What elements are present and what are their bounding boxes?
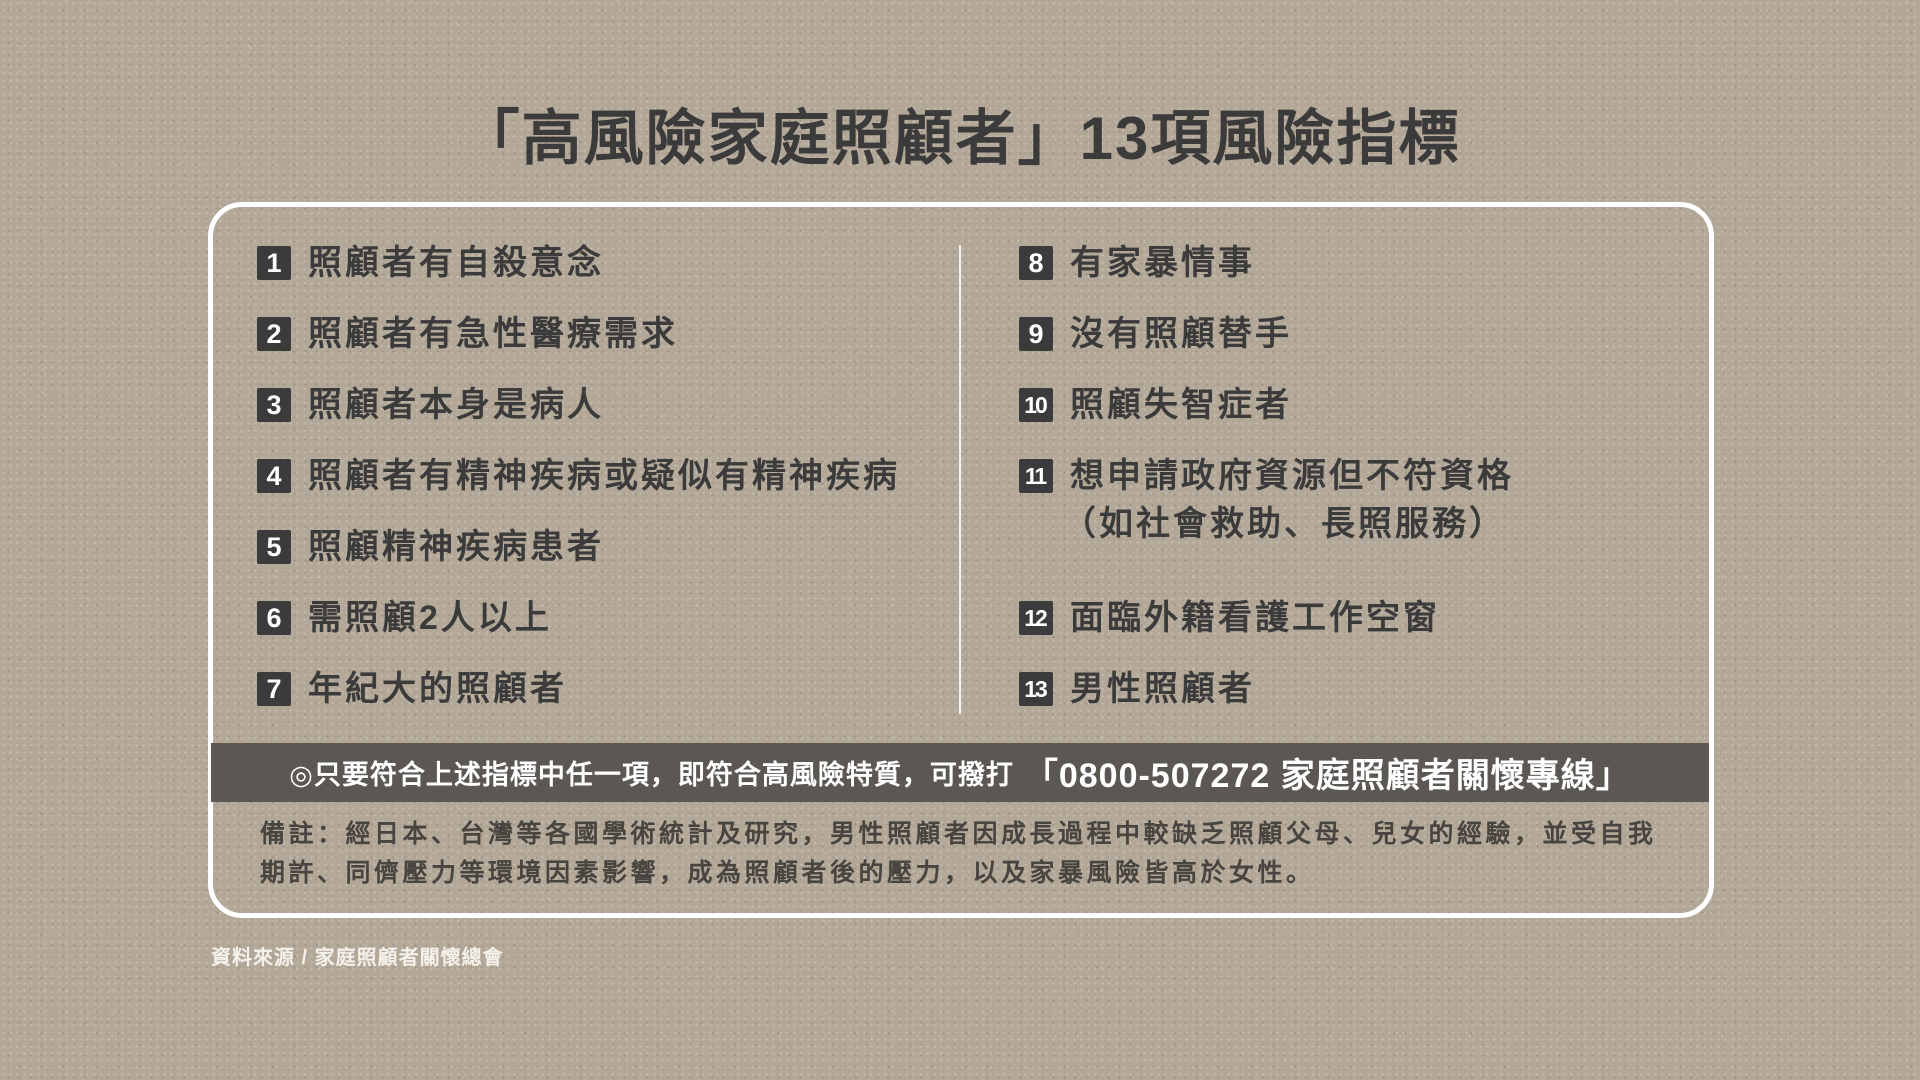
indicator-text: 想申請政府資源但不符資格 — [1070, 457, 1514, 495]
indicator-item: 13 男性照顧者 — [1019, 669, 1255, 709]
indicator-text: 照顧者有自殺意念 — [308, 244, 604, 282]
number-badge: 9 — [1019, 317, 1053, 351]
indicator-text: 照顧失智症者 — [1070, 386, 1292, 424]
indicator-text: 沒有照顧替手 — [1070, 315, 1292, 353]
number-badge: 8 — [1019, 246, 1053, 280]
indicator-text: 有家暴情事 — [1070, 244, 1255, 282]
number-badge: 10 — [1019, 388, 1053, 422]
indicator-text: 需照顧2人以上 — [308, 599, 552, 637]
column-divider — [959, 245, 961, 714]
note-line: 期許、同儕壓力等環境因素影響，成為照顧者後的壓力，以及家暴風險皆高於女性。 — [260, 859, 1315, 887]
number-badge: 7 — [257, 672, 291, 706]
indicator-item: 5 照顧精神疾病患者 — [257, 527, 604, 567]
indicator-text: 照顧者本身是病人 — [308, 386, 604, 424]
indicator-item: 11 想申請政府資源但不符資格 — [1019, 456, 1514, 496]
indicator-item: 9 沒有照顧替手 — [1019, 314, 1292, 354]
page-title: 「高風險家庭照顧者」13項風險指標 — [459, 105, 1461, 172]
hotline-number: 「0800-507272 家庭照顧者關懷專線」 — [1023, 757, 1631, 795]
number-badge: 2 — [257, 317, 291, 351]
indicator-item: 12 面臨外籍看護工作空窗 — [1019, 598, 1440, 638]
indicator-text: 照顧者有急性醫療需求 — [308, 315, 678, 353]
source-credit: 資料來源 / 家庭照顧者關懷總會 — [211, 947, 504, 969]
indicator-item: 1 照顧者有自殺意念 — [257, 243, 604, 283]
indicator-text: 年紀大的照顧者 — [308, 670, 567, 708]
number-badge: 13 — [1019, 672, 1053, 706]
number-badge: 4 — [257, 459, 291, 493]
indicator-text: 男性照顧者 — [1070, 670, 1255, 708]
indicator-item: 10 照顧失智症者 — [1019, 385, 1292, 425]
number-badge: 1 — [257, 246, 291, 280]
number-badge: 11 — [1019, 459, 1053, 493]
hotline-banner: ◎只要符合上述指標中任一項，即符合高風險特質，可撥打 「0800-507272 … — [211, 743, 1709, 802]
infographic-page: 「高風險家庭照顧者」13項風險指標 1 照顧者有自殺意念 2 照顧者有急性醫療需… — [0, 0, 1920, 1080]
number-badge: 12 — [1019, 601, 1053, 635]
indicator-text: 照顧精神疾病患者 — [308, 528, 604, 566]
indicator-item: 4 照顧者有精神疾病或疑似有精神疾病 — [257, 456, 900, 496]
number-badge: 6 — [257, 601, 291, 635]
indicator-item: 3 照顧者本身是病人 — [257, 385, 604, 425]
indicator-item: 8 有家暴情事 — [1019, 243, 1255, 283]
indicator-text: 面臨外籍看護工作空窗 — [1070, 599, 1440, 637]
indicator-item: 7 年紀大的照顧者 — [257, 669, 567, 709]
indicator-subtext: （如社會救助、長照服務） — [1062, 505, 1506, 543]
hotline-prefix: ◎只要符合上述指標中任一項，即符合高風險特質，可撥打 — [289, 760, 1014, 790]
note-line: 備註：經日本、台灣等各國學術統計及研究，男性照顧者因成長過程中較缺乏照顧父母、兒… — [260, 820, 1657, 848]
indicator-item: 2 照顧者有急性醫療需求 — [257, 314, 678, 354]
number-badge: 3 — [257, 388, 291, 422]
indicator-item: 6 需照顧2人以上 — [257, 598, 552, 638]
indicator-text: 照顧者有精神疾病或疑似有精神疾病 — [308, 457, 900, 495]
number-badge: 5 — [257, 530, 291, 564]
